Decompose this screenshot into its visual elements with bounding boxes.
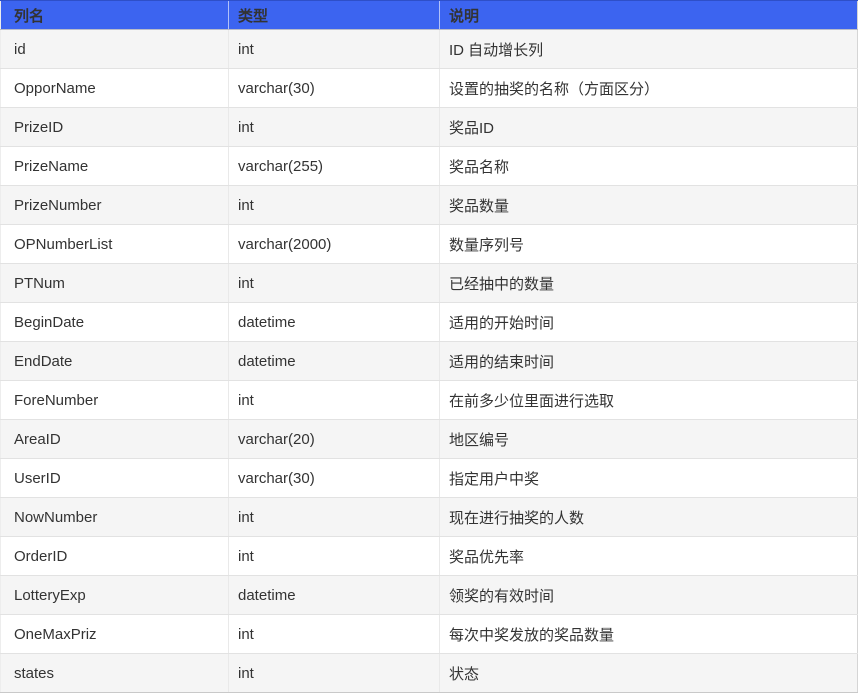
cell-description: 奖品ID <box>440 108 858 147</box>
cell-type: datetime <box>229 576 440 615</box>
table-row: NowNumberint现在进行抽奖的人数 <box>1 498 858 537</box>
cell-column-name: PrizeNumber <box>1 186 229 225</box>
cell-type: int <box>229 615 440 654</box>
table-row: PrizeNamevarchar(255)奖品名称 <box>1 147 858 186</box>
cell-column-name: UserID <box>1 459 229 498</box>
header-description: 说明 <box>440 1 858 30</box>
cell-description: 每次中奖发放的奖品数量 <box>440 615 858 654</box>
cell-column-name: AreaID <box>1 420 229 459</box>
cell-description: 状态 <box>440 654 858 693</box>
cell-column-name: NowNumber <box>1 498 229 537</box>
cell-column-name: id <box>1 30 229 69</box>
cell-type: datetime <box>229 303 440 342</box>
cell-column-name: OneMaxPriz <box>1 615 229 654</box>
header-column-name: 列名 <box>1 1 229 30</box>
cell-type: int <box>229 498 440 537</box>
cell-type: varchar(30) <box>229 459 440 498</box>
cell-description: 设置的抽奖的名称（方面区分） <box>440 69 858 108</box>
cell-description: 数量序列号 <box>440 225 858 264</box>
cell-column-name: BeginDate <box>1 303 229 342</box>
cell-type: int <box>229 30 440 69</box>
schema-page: 列名 类型 说明 idintID 自动增长列OpporNamevarchar(3… <box>0 0 858 695</box>
table-header: 列名 类型 说明 <box>1 1 858 30</box>
table-row: OneMaxPrizint每次中奖发放的奖品数量 <box>1 615 858 654</box>
cell-column-name: states <box>1 654 229 693</box>
table-row: BeginDatedatetime适用的开始时间 <box>1 303 858 342</box>
cell-type: varchar(255) <box>229 147 440 186</box>
cell-type: varchar(30) <box>229 69 440 108</box>
cell-description: 领奖的有效时间 <box>440 576 858 615</box>
cell-column-name: PrizeID <box>1 108 229 147</box>
cell-description: 现在进行抽奖的人数 <box>440 498 858 537</box>
cell-column-name: EndDate <box>1 342 229 381</box>
cell-type: int <box>229 654 440 693</box>
cell-column-name: ForeNumber <box>1 381 229 420</box>
table-row: EndDatedatetime适用的结束时间 <box>1 342 858 381</box>
cell-type: int <box>229 186 440 225</box>
cell-description: 在前多少位里面进行选取 <box>440 381 858 420</box>
cell-description: 指定用户中奖 <box>440 459 858 498</box>
cell-column-name: PTNum <box>1 264 229 303</box>
table-row: idintID 自动增长列 <box>1 30 858 69</box>
cell-type: varchar(2000) <box>229 225 440 264</box>
schema-table: 列名 类型 说明 idintID 自动增长列OpporNamevarchar(3… <box>0 0 858 693</box>
cell-column-name: PrizeName <box>1 147 229 186</box>
cell-column-name: OpporName <box>1 69 229 108</box>
table-row: statesint状态 <box>1 654 858 693</box>
cell-column-name: LotteryExp <box>1 576 229 615</box>
table-row: OpporNamevarchar(30)设置的抽奖的名称（方面区分） <box>1 69 858 108</box>
table-row: PrizeNumberint奖品数量 <box>1 186 858 225</box>
table-row: LotteryExpdatetime领奖的有效时间 <box>1 576 858 615</box>
cell-type: int <box>229 264 440 303</box>
cell-type: int <box>229 108 440 147</box>
cell-description: 地区编号 <box>440 420 858 459</box>
table-row: ForeNumberint在前多少位里面进行选取 <box>1 381 858 420</box>
table-row: PrizeIDint奖品ID <box>1 108 858 147</box>
table-row: OPNumberListvarchar(2000)数量序列号 <box>1 225 858 264</box>
header-row: 列名 类型 说明 <box>1 1 858 30</box>
cell-description: 适用的结束时间 <box>440 342 858 381</box>
table-row: OrderIDint奖品优先率 <box>1 537 858 576</box>
cell-type: datetime <box>229 342 440 381</box>
table-row: UserIDvarchar(30)指定用户中奖 <box>1 459 858 498</box>
table-row: AreaIDvarchar(20)地区编号 <box>1 420 858 459</box>
cell-description: 奖品优先率 <box>440 537 858 576</box>
header-type: 类型 <box>229 1 440 30</box>
table-row: PTNumint已经抽中的数量 <box>1 264 858 303</box>
cell-description: 奖品数量 <box>440 186 858 225</box>
cell-column-name: OPNumberList <box>1 225 229 264</box>
cell-type: varchar(20) <box>229 420 440 459</box>
cell-column-name: OrderID <box>1 537 229 576</box>
cell-description: 奖品名称 <box>440 147 858 186</box>
cell-description: 已经抽中的数量 <box>440 264 858 303</box>
cell-description: 适用的开始时间 <box>440 303 858 342</box>
cell-type: int <box>229 381 440 420</box>
cell-description: ID 自动增长列 <box>440 30 858 69</box>
table-body: idintID 自动增长列OpporNamevarchar(30)设置的抽奖的名… <box>1 30 858 693</box>
cell-type: int <box>229 537 440 576</box>
